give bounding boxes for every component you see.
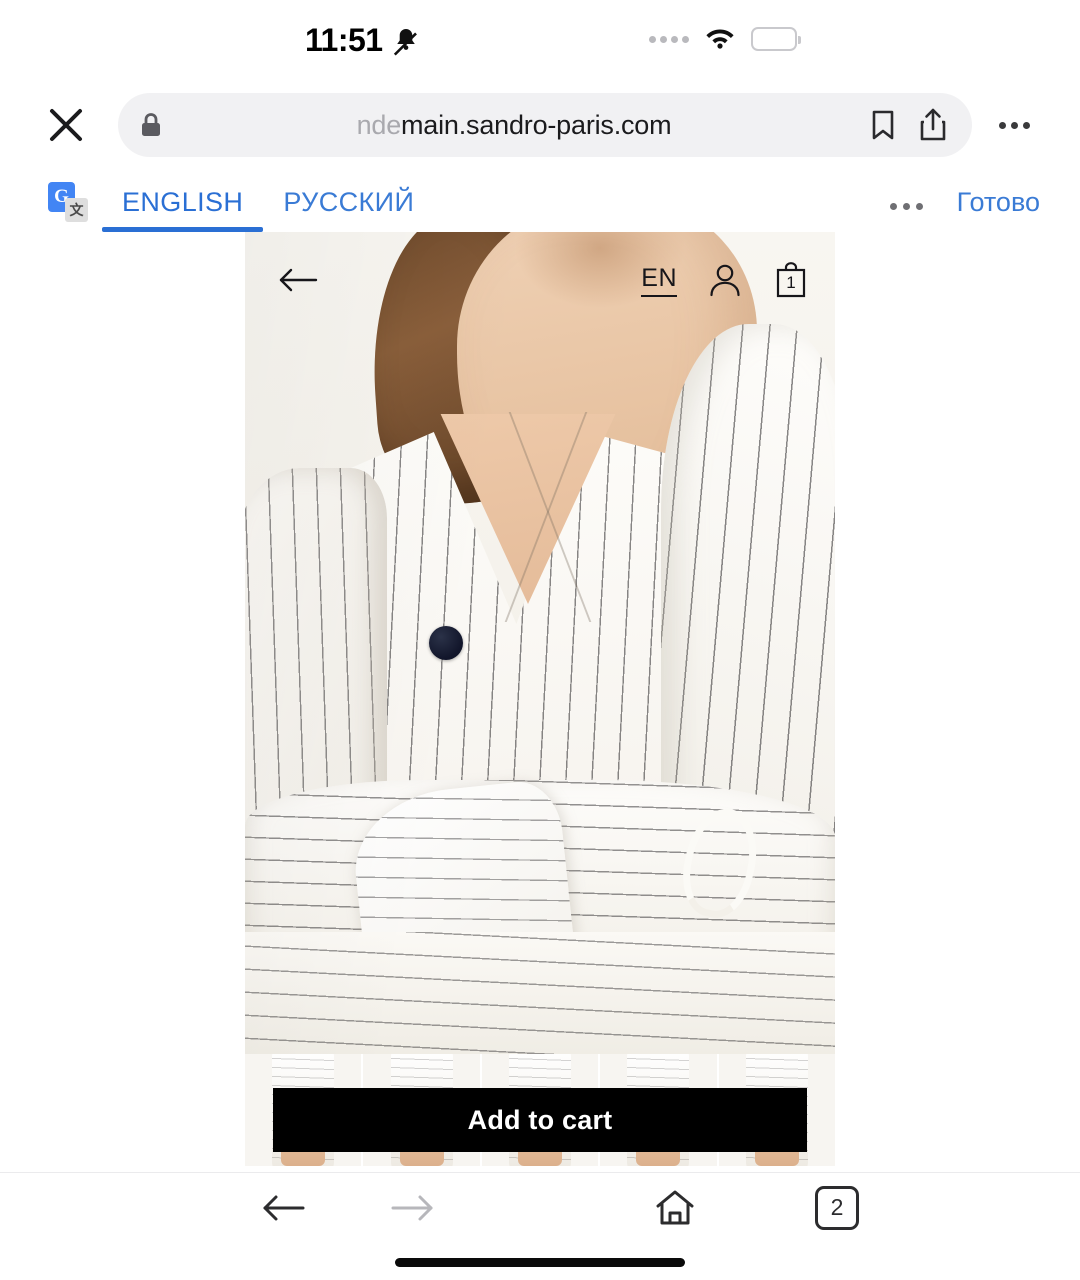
status-bar-left: 11:51 (305, 22, 419, 59)
bag-count-badge: 1 (786, 273, 796, 292)
url-main: main.sandro-paris.com (401, 109, 672, 140)
site-back-icon[interactable] (271, 253, 325, 307)
share-icon[interactable] (916, 105, 950, 145)
home-icon[interactable] (640, 1188, 710, 1228)
tab-count-label: 2 (815, 1185, 859, 1230)
tab-russian[interactable]: РУССКИЙ (263, 187, 434, 232)
status-bar: 11:51 (0, 0, 1080, 80)
url-dim-prefix: nde (356, 109, 402, 140)
arrow-forward-icon (378, 1193, 448, 1223)
blouse-button-top (429, 626, 463, 660)
cellular-dots-icon (649, 35, 689, 43)
shopping-bag-icon[interactable]: 1 (773, 260, 809, 300)
address-bar[interactable]: ndemain.sandro-paris.com (118, 93, 972, 157)
language-switcher[interactable]: EN (641, 264, 677, 297)
product-photo-background (245, 232, 835, 1054)
status-clock: 11:51 (305, 22, 383, 58)
translate-done-button[interactable]: Готово (957, 187, 1040, 218)
wifi-icon (703, 24, 737, 54)
home-indicator (395, 1258, 685, 1267)
user-icon[interactable] (707, 260, 743, 300)
lock-icon (140, 112, 162, 138)
tab-switcher-button[interactable]: 2 (802, 1185, 872, 1230)
tab-english[interactable]: ENGLISH (102, 187, 264, 232)
status-bar-right (649, 24, 801, 54)
close-icon[interactable] (38, 97, 94, 153)
translate-bar: G 文 ENGLISH РУССКИЙ Готово (0, 170, 1080, 232)
model-skirt (245, 932, 835, 1054)
browser-bottom-toolbar: 2 (0, 1172, 1080, 1242)
url-text: ndemain.sandro-paris.com (178, 110, 850, 141)
web-page-viewport: EN 1 (0, 232, 1080, 1166)
add-to-cart-button[interactable]: Add to cart (273, 1088, 807, 1152)
bell-muted-icon (393, 26, 419, 56)
google-translate-icon: G 文 (48, 182, 88, 222)
browser-toolbar: ndemain.sandro-paris.com (0, 80, 1080, 170)
translate-language-tabs: ENGLISH РУССКИЙ (102, 187, 434, 232)
battery-full-icon (751, 27, 801, 51)
more-options-icon[interactable] (986, 97, 1042, 153)
bookmark-icon[interactable] (866, 105, 900, 145)
translate-more-options-icon[interactable] (889, 203, 923, 210)
site-header: EN 1 (245, 232, 835, 328)
site-header-actions: EN 1 (641, 260, 809, 300)
product-image[interactable]: EN 1 (245, 232, 835, 1054)
arrow-back-icon[interactable] (248, 1193, 318, 1223)
